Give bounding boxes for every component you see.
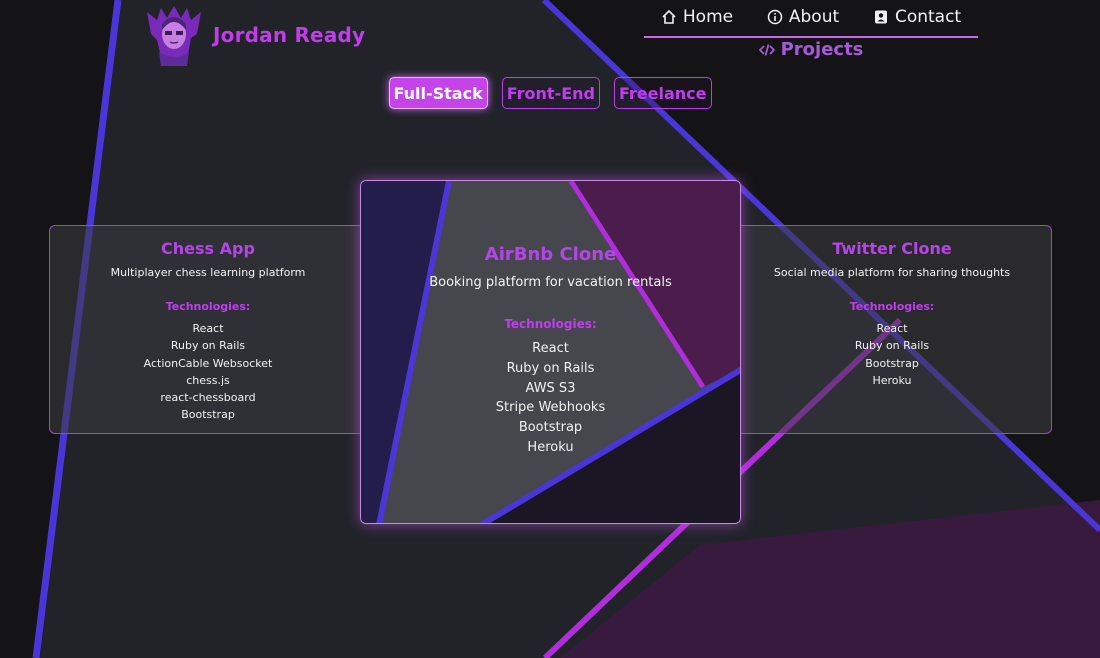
main-nav: Home About Contact Projects <box>644 6 978 60</box>
nav-row: Home About Contact <box>644 6 978 38</box>
home-icon <box>662 9 676 24</box>
filter-full-stack[interactable]: Full-Stack <box>388 77 488 109</box>
technology-item: Heroku <box>872 373 912 387</box>
technology-item: Bootstrap <box>518 420 583 436</box>
card-description: Booking platform for vacation rentals <box>429 275 672 290</box>
filter-freelance[interactable]: Freelance <box>613 77 712 109</box>
technology-item: React <box>192 322 224 335</box>
technology-item: Ruby on Rails <box>506 360 595 376</box>
technologies-list: React Ruby on Rails AWS S3 Stripe Webhoo… <box>361 339 740 458</box>
technologies-heading: Technologies: <box>165 300 251 313</box>
technology-item: ActionCable Websocket <box>143 356 273 370</box>
technology-item: React <box>532 341 569 356</box>
nav-item-projects[interactable]: Projects <box>644 39 978 60</box>
brand[interactable]: Jordan Ready <box>143 4 365 66</box>
project-card-chess[interactable]: Chess App Multiplayer chess learning pla… <box>49 225 379 434</box>
brand-name: Jordan Ready <box>213 23 366 47</box>
technology-item: Ruby on Rails <box>170 339 246 353</box>
page: Jordan Ready Home About Contact Projects… <box>0 0 1100 658</box>
nav-item-home[interactable]: Home <box>661 7 733 27</box>
technology-item: Stripe Webhooks <box>495 400 606 416</box>
card-title: AirBnb Clone <box>484 244 617 265</box>
technologies-heading: Technologies: <box>849 300 935 313</box>
filter-front-end[interactable]: Front-End <box>501 77 600 109</box>
card-content: Chess App Multiplayer chess learning pla… <box>38 239 378 424</box>
technology-item: Bootstrap <box>865 356 919 370</box>
card-content: AirBnb Clone Booking platform for vacati… <box>361 244 740 458</box>
nav-item-contact[interactable]: Contact <box>873 7 961 27</box>
technology-item: Bootstrap <box>181 408 235 422</box>
card-description: Social media platform for sharing though… <box>773 266 1011 279</box>
info-icon <box>767 9 783 25</box>
technologies-list: React Ruby on Rails ActionCable Websocke… <box>38 320 378 424</box>
technology-item: AWS S3 <box>525 380 576 396</box>
contact-card-icon <box>874 10 887 24</box>
technology-item: react-chessboard <box>160 391 256 405</box>
nav-item-label: About <box>788 7 840 27</box>
technology-item: Ruby on Rails <box>854 339 930 353</box>
technology-item: Heroku <box>527 439 574 455</box>
technologies-list: React Ruby on Rails Bootstrap Heroku <box>733 320 1051 389</box>
nav-item-label: Home <box>682 7 734 27</box>
technologies-heading: Technologies: <box>504 317 597 331</box>
project-card-airbnb[interactable]: AirBnb Clone Booking platform for vacati… <box>360 180 741 524</box>
code-icon <box>758 43 775 56</box>
card-content: Twitter Clone Social media platform for … <box>733 239 1051 389</box>
nav-item-about[interactable]: About <box>767 7 839 27</box>
technology-item: React <box>876 322 908 335</box>
technology-item: chess.js <box>186 373 230 387</box>
project-filters: Full-Stack Front-End Freelance <box>0 77 1100 109</box>
card-title: Chess App <box>161 239 255 258</box>
card-title: Twitter Clone <box>832 239 952 258</box>
nav-item-label: Projects <box>780 39 864 60</box>
nav-item-label: Contact <box>894 7 962 27</box>
project-card-twitter[interactable]: Twitter Clone Social media platform for … <box>720 225 1052 434</box>
avatar <box>147 6 201 66</box>
card-description: Multiplayer chess learning platform <box>110 266 306 279</box>
